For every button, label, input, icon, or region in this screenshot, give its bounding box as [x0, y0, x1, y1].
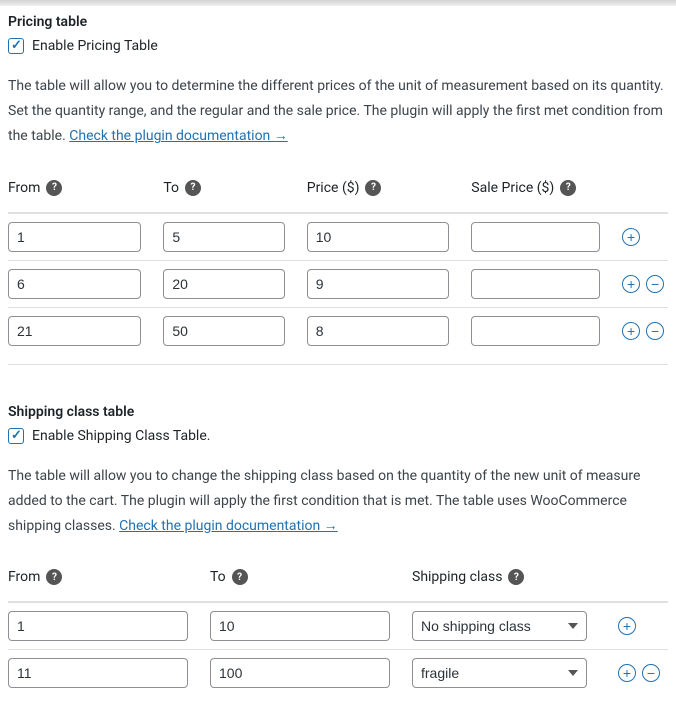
pricing-to-input[interactable]: [163, 269, 284, 299]
pricing-doc-link[interactable]: Check the plugin documentation →: [69, 128, 288, 144]
shipping-to-input[interactable]: [210, 658, 390, 688]
remove-row-button[interactable]: −: [646, 275, 664, 293]
help-icon[interactable]: ?: [508, 569, 524, 585]
pricing-section: Pricing table Enable Pricing Table The t…: [8, 14, 668, 354]
add-row-button[interactable]: +: [622, 275, 640, 293]
help-icon[interactable]: ?: [365, 180, 381, 196]
add-row-button[interactable]: +: [618, 664, 636, 682]
pricing-description: The table will allow you to determine th…: [8, 74, 668, 150]
help-icon[interactable]: ?: [46, 569, 62, 585]
enable-shipping-checkbox[interactable]: [8, 428, 24, 444]
pricing-sale-input[interactable]: [471, 269, 600, 299]
enable-pricing-checkbox[interactable]: [8, 38, 24, 54]
pricing-from-input[interactable]: [8, 269, 141, 299]
pricing-to-input[interactable]: [163, 222, 284, 252]
pricing-sale-input[interactable]: [471, 316, 600, 346]
shipping-row: fragile + −: [8, 649, 668, 696]
help-icon[interactable]: ?: [46, 180, 62, 196]
pricing-enable-row: Enable Pricing Table: [8, 38, 668, 54]
add-row-button[interactable]: +: [622, 322, 640, 340]
pricing-from-input[interactable]: [8, 316, 141, 346]
shipping-header-row: From ? To ? Shipping class ?: [8, 569, 668, 595]
shipping-from-input[interactable]: [8, 611, 188, 641]
pricing-header-price: Price ($): [307, 180, 360, 196]
pricing-row: +: [8, 213, 668, 260]
add-row-button[interactable]: +: [618, 617, 636, 635]
pricing-row: + −: [8, 260, 668, 307]
pricing-title: Pricing table: [8, 14, 668, 30]
shipping-header-from: From: [8, 569, 40, 585]
add-row-button[interactable]: +: [622, 228, 640, 246]
shipping-doc-link[interactable]: Check the plugin documentation →: [119, 518, 338, 534]
pricing-from-input[interactable]: [8, 222, 141, 252]
shipping-table: From ? To ? Shipping class ? No shipping…: [8, 569, 668, 696]
help-icon[interactable]: ?: [185, 180, 201, 196]
shipping-title: Shipping class table: [8, 404, 668, 420]
shipping-header-to: To: [210, 569, 226, 585]
pricing-row: + −: [8, 307, 668, 354]
pricing-header-from: From: [8, 180, 40, 196]
section-divider: [8, 364, 668, 404]
pricing-header-sale: Sale Price ($): [471, 180, 554, 196]
shipping-header-class: Shipping class: [412, 569, 502, 585]
help-icon[interactable]: ?: [232, 569, 248, 585]
enable-shipping-label: Enable Shipping Class Table.: [32, 428, 210, 444]
top-gradient: [0, 0, 676, 6]
shipping-enable-row: Enable Shipping Class Table.: [8, 428, 668, 444]
pricing-header-row: From ? To ? Price ($) ? Sale Price ($) ?: [8, 180, 668, 206]
pricing-price-input[interactable]: [307, 269, 450, 299]
pricing-header-to: To: [163, 180, 179, 196]
remove-row-button[interactable]: −: [642, 664, 660, 682]
shipping-description: The table will allow you to change the s…: [8, 464, 668, 540]
shipping-to-input[interactable]: [210, 611, 390, 641]
remove-row-button[interactable]: −: [646, 322, 664, 340]
help-icon[interactable]: ?: [560, 180, 576, 196]
shipping-class-select[interactable]: No shipping class: [412, 611, 587, 641]
shipping-section: Shipping class table Enable Shipping Cla…: [8, 404, 668, 697]
enable-pricing-label: Enable Pricing Table: [32, 38, 158, 54]
pricing-price-input[interactable]: [307, 222, 450, 252]
pricing-price-input[interactable]: [307, 316, 450, 346]
shipping-class-select[interactable]: fragile: [412, 658, 587, 688]
pricing-table: From ? To ? Price ($) ? Sale Price ($) ?: [8, 180, 668, 354]
pricing-sale-input[interactable]: [471, 222, 600, 252]
shipping-from-input[interactable]: [8, 658, 188, 688]
shipping-row: No shipping class +: [8, 602, 668, 649]
pricing-to-input[interactable]: [163, 316, 284, 346]
